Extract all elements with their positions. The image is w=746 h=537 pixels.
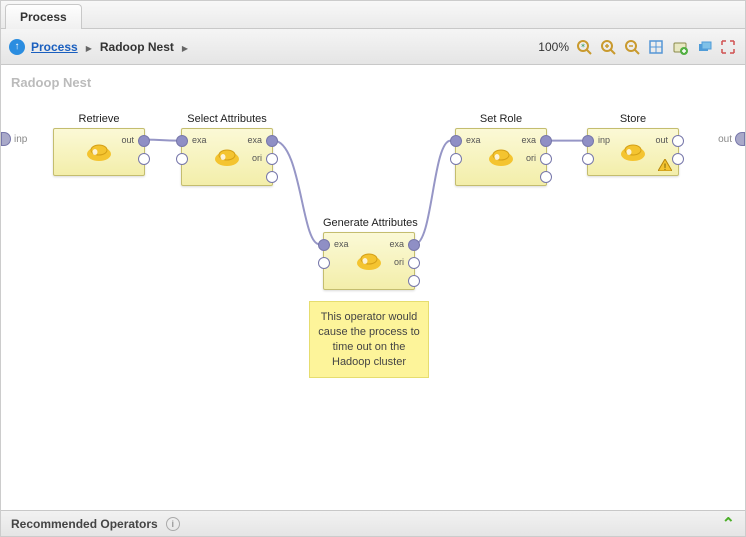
operator-title: Select Attributes (181, 113, 273, 125)
zoom-out-icon[interactable] (623, 38, 641, 56)
input-port[interactable] (318, 257, 330, 269)
port-label: inp (14, 134, 27, 145)
port-label: out (655, 135, 668, 145)
process-input-port[interactable]: inp (1, 132, 27, 146)
port-label: exa (247, 135, 262, 145)
chevron-right-icon (180, 40, 190, 54)
input-port[interactable] (582, 135, 594, 147)
port-label: exa (521, 135, 536, 145)
output-port[interactable] (138, 135, 150, 147)
add-icon[interactable] (671, 38, 689, 56)
port-label: exa (192, 135, 207, 145)
layers-icon[interactable] (695, 38, 713, 56)
process-output-port[interactable]: out (718, 132, 745, 146)
recommended-operators-label: Recommended Operators (11, 517, 158, 531)
output-port[interactable] (266, 171, 278, 183)
output-port[interactable] (138, 153, 150, 165)
annotation-note[interactable]: This operator would cause the process to… (309, 301, 429, 378)
operator-title: Store (587, 113, 679, 125)
warning-icon: ! (658, 159, 672, 171)
operator-set-role[interactable]: Set Role exa exa ori (455, 113, 547, 186)
chevron-up-icon[interactable]: ⌃ (722, 514, 735, 534)
breadcrumb: ↑ Process Radoop Nest (9, 39, 190, 55)
port-label: exa (466, 135, 481, 145)
output-port[interactable] (672, 135, 684, 147)
breadcrumb-bar: ↑ Process Radoop Nest 100% ✶ (1, 29, 745, 65)
auto-arrange-icon[interactable] (647, 38, 665, 56)
port-label: out (718, 134, 732, 145)
input-port[interactable] (582, 153, 594, 165)
recommended-operators-bar[interactable]: Recommended Operators i ⌃ (1, 510, 745, 536)
operator-title: Generate Attributes (323, 217, 415, 229)
port-label: out (121, 135, 134, 145)
zoom-label: 100% (538, 40, 569, 54)
process-canvas[interactable]: Radoop Nest inp out Retrieve out Select … (1, 65, 745, 510)
zoom-in-icon[interactable] (599, 38, 617, 56)
port-label: ori (526, 153, 536, 163)
input-port[interactable] (176, 135, 188, 147)
input-port[interactable] (450, 135, 462, 147)
output-port[interactable] (672, 153, 684, 165)
svg-text:!: ! (664, 162, 667, 171)
toolbar: 100% ✶ (538, 38, 737, 56)
operator-generate-attributes[interactable]: Generate Attributes exa exa ori (323, 217, 415, 290)
port-label: ori (394, 257, 404, 267)
hadoop-icon (619, 141, 647, 163)
output-port[interactable] (540, 171, 552, 183)
operator-title: Set Role (455, 113, 547, 125)
output-port[interactable] (266, 153, 278, 165)
hadoop-icon (213, 146, 241, 168)
breadcrumb-root[interactable]: Process (31, 40, 78, 54)
output-port[interactable] (540, 135, 552, 147)
output-port[interactable] (408, 257, 420, 269)
input-port[interactable] (318, 239, 330, 251)
operator-select-attributes[interactable]: Select Attributes exa exa ori (181, 113, 273, 186)
port-label: inp (598, 135, 610, 145)
fullscreen-icon[interactable] (719, 38, 737, 56)
hadoop-icon (85, 141, 113, 163)
operator-retrieve[interactable]: Retrieve out (53, 113, 145, 176)
output-port[interactable] (266, 135, 278, 147)
canvas-title: Radoop Nest (11, 75, 91, 90)
port-label: exa (389, 239, 404, 249)
input-port[interactable] (176, 153, 188, 165)
chevron-right-icon (84, 40, 94, 54)
tab-process[interactable]: Process (5, 4, 82, 29)
up-arrow-icon[interactable]: ↑ (9, 39, 25, 55)
output-port[interactable] (540, 153, 552, 165)
svg-text:✶: ✶ (580, 42, 586, 50)
operator-title: Retrieve (53, 113, 145, 125)
output-port[interactable] (408, 275, 420, 287)
hadoop-icon (355, 250, 383, 272)
port-label: ori (252, 153, 262, 163)
output-port[interactable] (408, 239, 420, 251)
breadcrumb-crumb[interactable]: Radoop Nest (100, 40, 174, 54)
zoom-reset-icon[interactable]: ✶ (575, 38, 593, 56)
port-label: exa (334, 239, 349, 249)
header-tabs: Process (1, 1, 745, 29)
operator-store[interactable]: Store ! inp out (587, 113, 679, 176)
input-port[interactable] (450, 153, 462, 165)
info-icon[interactable]: i (166, 517, 180, 531)
hadoop-icon (487, 146, 515, 168)
